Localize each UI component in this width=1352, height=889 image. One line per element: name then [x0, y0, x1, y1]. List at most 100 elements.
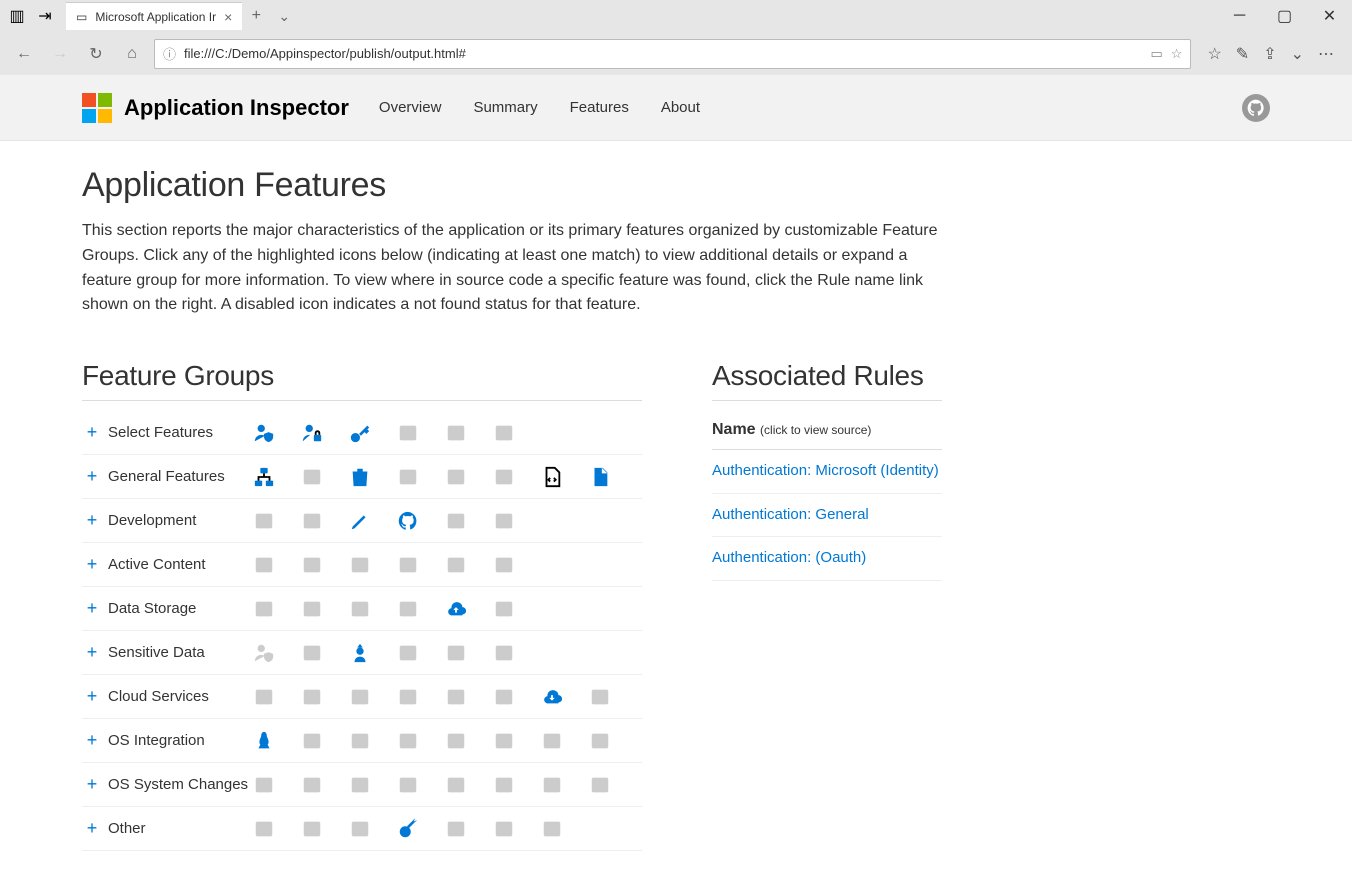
browser-chrome: ▥ ⇥ ▭ Microsoft Application Ir × + ⌄ ─ ▢… — [0, 0, 1352, 75]
edit-box-icon — [300, 465, 324, 489]
tab-chevron-icon[interactable]: ⌄ — [270, 8, 298, 25]
icon-strip — [252, 597, 516, 621]
group-label[interactable]: Active Content — [102, 556, 252, 573]
cloud-down-icon[interactable] — [540, 685, 564, 709]
box-icon — [396, 685, 420, 709]
pen-icon[interactable] — [348, 509, 372, 533]
expand-button[interactable]: + — [82, 774, 102, 795]
cloud-up-icon[interactable] — [444, 597, 468, 621]
rule-link[interactable]: Authentication: (Oauth) — [712, 537, 942, 581]
close-window-button[interactable]: ✕ — [1307, 1, 1352, 31]
group-label[interactable]: OS System Changes — [102, 776, 252, 793]
forward-button[interactable]: → — [46, 40, 74, 68]
compass-icon — [444, 773, 468, 797]
network-icon[interactable] — [252, 465, 276, 489]
expand-button[interactable]: + — [82, 554, 102, 575]
pen-square-icon — [396, 773, 420, 797]
icon-strip — [252, 465, 612, 489]
expand-button[interactable]: + — [82, 818, 102, 839]
expand-button[interactable]: + — [82, 686, 102, 707]
nav-features[interactable]: Features — [570, 99, 629, 116]
page-content: Application Features This section report… — [0, 141, 1352, 889]
notes-icon[interactable]: ✎ — [1236, 44, 1249, 64]
new-tab-button[interactable]: + — [242, 7, 270, 25]
github-icon[interactable] — [396, 509, 420, 533]
pocket-icon[interactable]: ⌄ — [1291, 44, 1304, 64]
group-label[interactable]: Select Features — [102, 424, 252, 441]
expand-button[interactable]: + — [82, 422, 102, 443]
nav-links: Overview Summary Features About — [379, 99, 700, 116]
tab-aside-icon[interactable]: ▥ — [8, 7, 26, 25]
nav-summary[interactable]: Summary — [473, 99, 537, 116]
title-bar: ▥ ⇥ ▭ Microsoft Application Ir × + ⌄ ─ ▢… — [0, 0, 1352, 32]
back-button[interactable]: ← — [10, 40, 38, 68]
nav-bar: ← → ↻ ⌂ ⓘ ▭ ☆ ☆ ✎ ⇪ ⌄ ⋯ — [0, 32, 1352, 75]
feature-row: +Active Content — [82, 543, 642, 587]
group-label[interactable]: Data Storage — [102, 600, 252, 617]
user-shield-icon[interactable] — [252, 421, 276, 445]
favorite-icon[interactable]: ☆ — [1171, 46, 1183, 62]
refresh-button[interactable]: ↻ — [82, 40, 110, 68]
minimize-button[interactable]: ─ — [1217, 1, 1262, 31]
close-tab-icon[interactable]: × — [224, 9, 232, 25]
browser-tab[interactable]: ▭ Microsoft Application Ir × — [66, 2, 242, 30]
document-icon[interactable] — [588, 465, 612, 489]
user-secret-icon[interactable] — [348, 641, 372, 665]
expand-button[interactable]: + — [82, 730, 102, 751]
rule-link[interactable]: Authentication: Microsoft (Identity) — [712, 450, 942, 494]
nav-overview[interactable]: Overview — [379, 99, 442, 116]
warehouse-icon — [588, 685, 612, 709]
expand-button[interactable]: + — [82, 466, 102, 487]
feature-row: +OS System Changes — [82, 763, 642, 807]
clock-icon — [492, 817, 516, 841]
bug-icon — [492, 729, 516, 753]
bolt-icon — [396, 553, 420, 577]
app-logo[interactable]: Application Inspector — [82, 93, 349, 123]
file-down-icon — [444, 553, 468, 577]
github-link[interactable] — [1242, 94, 1270, 122]
expand-button[interactable]: + — [82, 510, 102, 531]
facebook-icon — [348, 685, 372, 709]
user-lock-icon[interactable] — [300, 421, 324, 445]
expand-button[interactable]: + — [82, 642, 102, 663]
page-favicon: ▭ — [76, 10, 87, 24]
maximize-button[interactable]: ▢ — [1262, 1, 1307, 31]
trash-icon[interactable] — [348, 465, 372, 489]
tab-title: Microsoft Application Ir — [95, 10, 216, 24]
feature-row: +Development — [82, 499, 642, 543]
group-label[interactable]: Development — [102, 512, 252, 529]
group-label[interactable]: OS Integration — [102, 732, 252, 749]
page-title: Application Features — [82, 166, 942, 205]
tools-icon — [540, 773, 564, 797]
favorites-hub-icon[interactable]: ☆ — [1207, 44, 1221, 64]
group-label[interactable]: Cloud Services — [102, 688, 252, 705]
associated-rules-section: Associated Rules Name (click to view sou… — [712, 360, 942, 851]
map-icon — [396, 597, 420, 621]
feature-row: +Select Features — [82, 411, 642, 455]
more-icon[interactable]: ⋯ — [1318, 44, 1334, 64]
meteor-icon[interactable] — [396, 817, 420, 841]
key-icon[interactable] — [348, 421, 372, 445]
reading-view-icon[interactable]: ▭ — [1150, 46, 1162, 62]
adobe-icon — [252, 553, 276, 577]
rule-link[interactable]: Authentication: General — [712, 494, 942, 538]
tab-sidebar-icon[interactable]: ⇥ — [36, 7, 54, 25]
url-input[interactable] — [184, 46, 1142, 61]
expand-button[interactable]: + — [82, 598, 102, 619]
icon-strip — [252, 729, 612, 753]
id-card-icon — [300, 773, 324, 797]
info-icon[interactable]: ⓘ — [163, 44, 176, 63]
address-bar[interactable]: ⓘ ▭ ☆ — [154, 39, 1191, 69]
nav-about[interactable]: About — [661, 99, 700, 116]
group-label[interactable]: Other — [102, 820, 252, 837]
location-icon — [252, 773, 276, 797]
group-label[interactable]: Sensitive Data — [102, 644, 252, 661]
share-icon[interactable]: ⇪ — [1263, 44, 1276, 64]
exchange-icon — [492, 553, 516, 577]
feature-row: +Data Storage — [82, 587, 642, 631]
icon-strip — [252, 817, 564, 841]
linux-icon[interactable] — [252, 729, 276, 753]
group-label[interactable]: General Features — [102, 468, 252, 485]
code-file-icon[interactable] — [540, 465, 564, 489]
home-button[interactable]: ⌂ — [118, 40, 146, 68]
